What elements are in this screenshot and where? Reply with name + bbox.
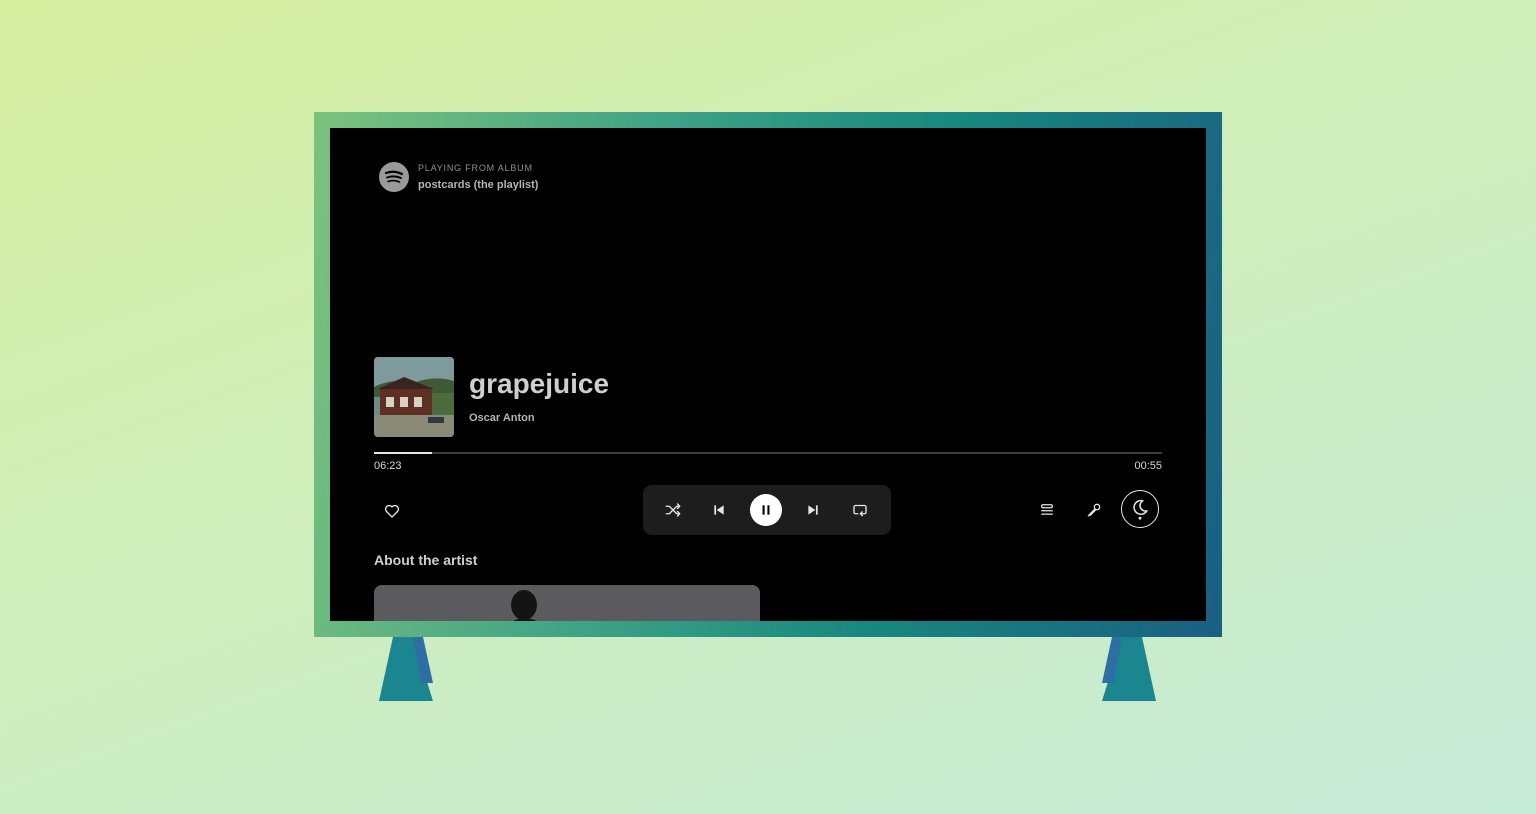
spotify-logo-icon: [379, 162, 409, 192]
tv-frame: PLAYING FROM ALBUM postcards (the playli…: [314, 112, 1222, 637]
source-text: PLAYING FROM ALBUM postcards (the playli…: [418, 163, 538, 191]
progress-fill: [374, 452, 432, 454]
like-button[interactable]: [380, 499, 404, 523]
shuffle-button[interactable]: [661, 498, 685, 522]
lyrics-button[interactable]: [1082, 498, 1106, 522]
repeat-button[interactable]: [848, 498, 872, 522]
skip-next-icon: [805, 502, 821, 518]
queue-button[interactable]: [1035, 498, 1059, 522]
track-title: grapejuice: [469, 368, 609, 400]
source-label: PLAYING FROM ALBUM: [418, 163, 538, 173]
progress-bar[interactable]: [374, 451, 1162, 455]
track-artist[interactable]: Oscar Anton: [469, 412, 535, 424]
artist-photo: [374, 585, 760, 621]
tv-leg-left: [379, 637, 433, 701]
elapsed-time: 06:23: [374, 460, 402, 472]
next-button[interactable]: [801, 498, 825, 522]
progress-track: [374, 452, 1162, 454]
album-cover: [374, 357, 454, 437]
moon-icon: [1129, 497, 1151, 521]
skip-previous-icon: [711, 502, 727, 518]
queue-icon: [1038, 501, 1056, 519]
repeat-icon: [851, 501, 869, 519]
about-artist-heading: About the artist: [374, 552, 477, 568]
heart-icon: [383, 502, 401, 520]
source-name[interactable]: postcards (the playlist): [418, 179, 538, 191]
tv-screen: PLAYING FROM ALBUM postcards (the playli…: [330, 128, 1206, 621]
pause-icon: [759, 503, 773, 517]
previous-button[interactable]: [707, 498, 731, 522]
pause-button[interactable]: [750, 494, 782, 526]
sleep-timer-button[interactable]: [1121, 490, 1159, 528]
playing-from-header: PLAYING FROM ALBUM postcards (the playli…: [379, 162, 538, 192]
tv-leg-right: [1102, 637, 1156, 701]
total-time: 00:55: [1134, 460, 1162, 472]
artist-card[interactable]: [374, 585, 760, 621]
shuffle-icon: [664, 501, 682, 519]
transport-controls: [643, 485, 891, 535]
microphone-icon: [1085, 501, 1103, 519]
